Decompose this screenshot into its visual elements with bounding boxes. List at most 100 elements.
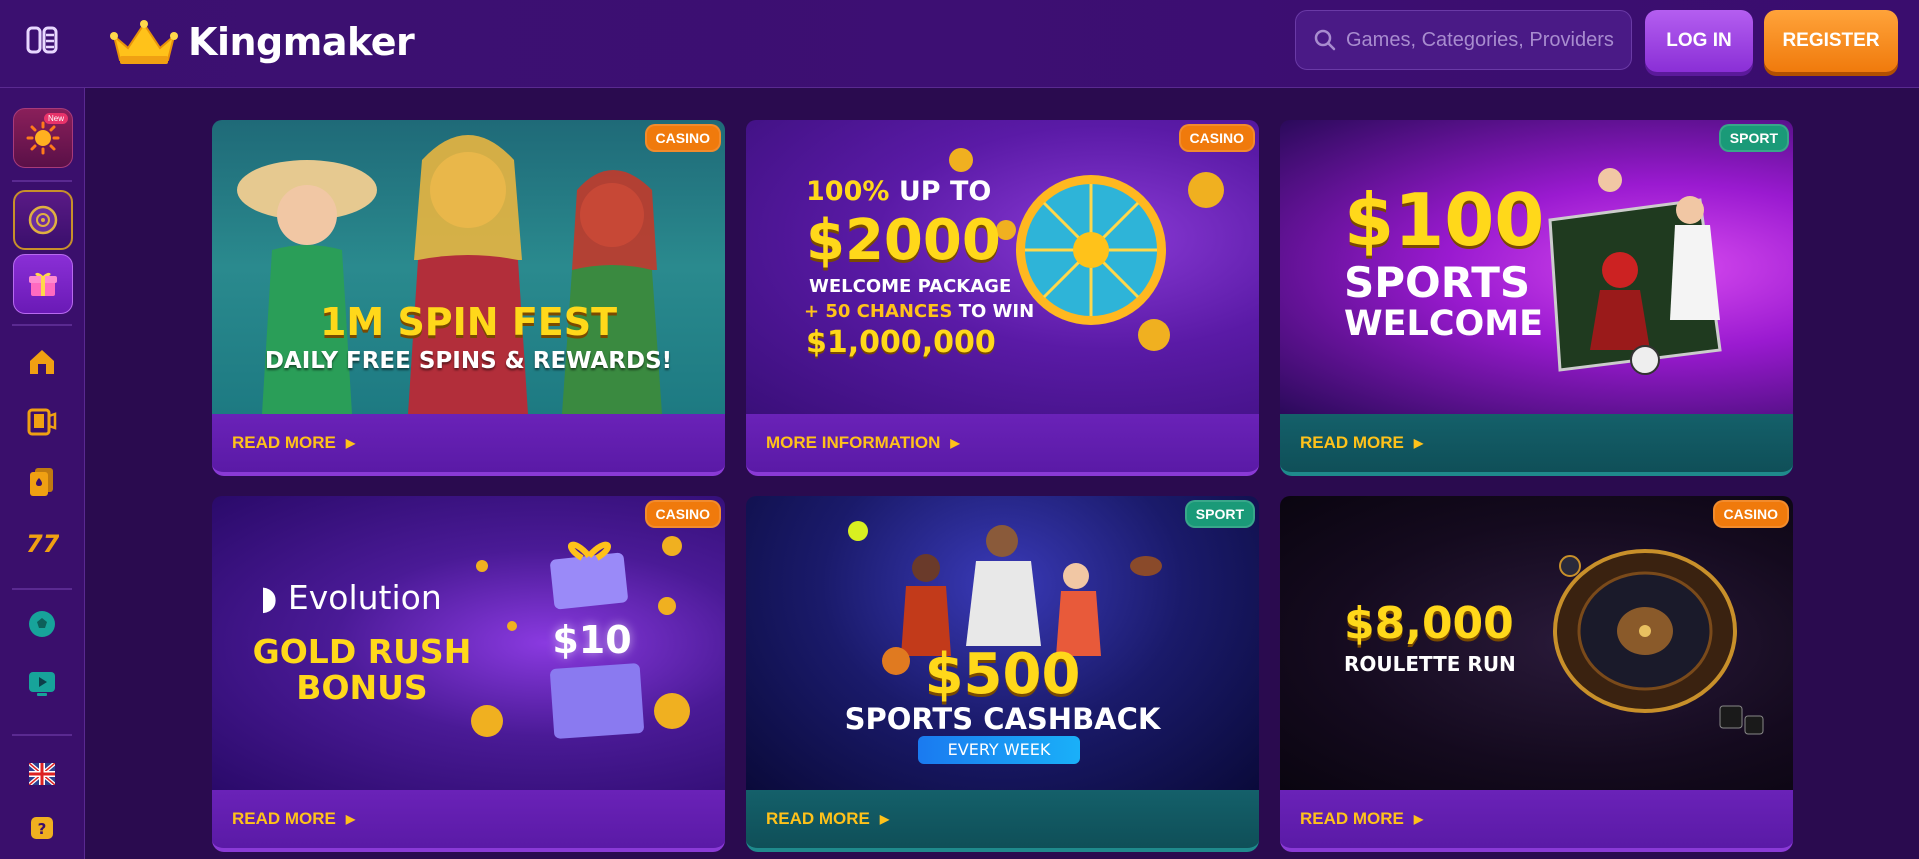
promo-line1: SPORTS xyxy=(1344,258,1531,307)
card-footer: READ MORE ▶ xyxy=(746,790,1259,852)
read-more-label: READ MORE xyxy=(1300,809,1404,828)
card-footer: READ MORE ▶ xyxy=(1280,790,1793,852)
promo-line2: WELCOME xyxy=(1344,304,1543,344)
cards-icon xyxy=(30,468,53,496)
promo-image: 1M SPIN FEST DAILY FREE SPINS & REWARDS!… xyxy=(212,120,725,414)
sidebar-divider xyxy=(12,180,72,182)
promo-card-gold-rush[interactable]: ◗ Evolution GOLD RUSH BONUS $10 CASINO R… xyxy=(212,496,725,852)
category-badge: SPORT xyxy=(1718,124,1789,152)
arrow-right-icon: ▶ xyxy=(879,812,890,826)
promo-jackpot: $1,000,000 xyxy=(806,325,996,360)
category-badge: CASINO xyxy=(644,500,721,528)
card-footer: MORE INFORMATION ▶ xyxy=(746,414,1259,476)
card-footer: READ MORE ▶ xyxy=(212,790,725,852)
provider-logo: ◗ Evolution xyxy=(260,578,442,617)
arrow-right-icon: ▶ xyxy=(950,436,960,450)
chances-text: + 50 CHANCES xyxy=(804,301,953,322)
promo-headline: 1M SPIN FEST xyxy=(319,300,618,344)
promo-amount: $10 xyxy=(552,618,632,662)
promo-line1: ROULETTE RUN xyxy=(1344,652,1516,676)
arrow-right-icon: ▶ xyxy=(345,812,356,826)
promo-card-roulette-run[interactable]: $8,000 ROULETTE RUN CASINO READ MORE ▶ xyxy=(1280,496,1793,852)
promo-line1: 100% UP TO xyxy=(806,176,991,207)
sidebar-item-tv[interactable] xyxy=(24,666,60,702)
promo-card-welcome-package[interactable]: 100% UP TO $2000 WELCOME PACKAGE + 50 CH… xyxy=(746,120,1259,476)
promo-card-sports-welcome[interactable]: $100 SPORTS WELCOME SPORT READ MORE ▶ xyxy=(1280,120,1793,476)
read-more-link[interactable]: READ MORE ▶ xyxy=(232,433,355,453)
read-more-link[interactable]: READ MORE ▶ xyxy=(1300,809,1423,829)
card-footer: READ MORE ▶ xyxy=(1280,414,1793,476)
search-input[interactable] xyxy=(1346,28,1626,52)
promo-amount: $2000 xyxy=(806,208,1001,273)
promo-amount: $100 xyxy=(1344,178,1545,262)
sidebar-item-language[interactable] xyxy=(24,756,60,792)
sevens-icon: 777 xyxy=(26,530,59,558)
sidebar-item-help[interactable]: ? xyxy=(24,810,60,846)
sidebar-item-live-casino[interactable] xyxy=(24,404,60,440)
sidebar-item-new-promo[interactable]: New xyxy=(13,108,73,168)
card-footer: READ MORE ▶ xyxy=(212,414,725,476)
brand-logo[interactable]: Kingmaker xyxy=(108,12,415,72)
promo-line1: SPORTS CASHBACK xyxy=(844,702,1161,736)
read-more-label: READ MORE xyxy=(232,809,336,828)
arrow-right-icon: ▶ xyxy=(1413,812,1424,826)
gift-icon xyxy=(29,272,57,296)
read-more-label: READ MORE xyxy=(232,433,336,452)
brand-name: Kingmaker xyxy=(188,20,415,64)
sidebar-toggle-icon[interactable] xyxy=(26,26,58,54)
sun-icon xyxy=(26,121,60,155)
promo-line2: WELCOME PACKAGE xyxy=(809,276,1012,297)
sidebar-item-gifts[interactable] xyxy=(13,254,73,314)
sidebar: New 77 ? xyxy=(0,88,85,859)
sidebar-item-slots[interactable]: 777 xyxy=(24,524,60,560)
promo-line1: GOLD RUSH xyxy=(252,632,472,671)
promo-line2: BONUS xyxy=(296,668,428,707)
promo-line3: + 50 CHANCES TO WIN xyxy=(804,301,1034,322)
new-badge: New xyxy=(43,113,68,124)
promo-image: 100% UP TO $2000 WELCOME PACKAGE + 50 CH… xyxy=(746,120,1259,414)
search-icon xyxy=(1314,29,1336,51)
category-badge: CASINO xyxy=(1178,124,1255,152)
dealer-icon xyxy=(27,408,57,436)
promo-amount: $500 xyxy=(924,642,1081,707)
category-badge: SPORT xyxy=(1184,500,1255,528)
soccer-ball-icon xyxy=(29,611,55,637)
home-icon xyxy=(30,350,54,374)
sidebar-item-sports[interactable] xyxy=(24,606,60,642)
sidebar-divider xyxy=(12,734,72,736)
category-badge: CASINO xyxy=(1712,500,1789,528)
percent-text: 100% xyxy=(806,176,890,207)
sidebar-item-casino-wheel[interactable] xyxy=(13,190,73,250)
up-to-text: UP TO xyxy=(898,176,992,207)
sidebar-item-cards[interactable] xyxy=(24,464,60,500)
promo-card-spin-fest[interactable]: 1M SPIN FEST DAILY FREE SPINS & REWARDS!… xyxy=(212,120,725,476)
promo-subline: DAILY FREE SPINS & REWARDS! xyxy=(264,348,673,374)
sidebar-divider xyxy=(12,588,72,590)
play-screen-icon xyxy=(29,672,55,696)
promo-image: $8,000 ROULETTE RUN CASINO xyxy=(1280,496,1793,790)
provider-name: Evolution xyxy=(287,578,442,617)
promo-image: ◗ Evolution GOLD RUSH BONUS $10 CASINO xyxy=(212,496,725,790)
more-information-link[interactable]: MORE INFORMATION ▶ xyxy=(766,433,960,453)
crown-icon xyxy=(110,20,178,64)
read-more-link[interactable]: READ MORE ▶ xyxy=(1300,433,1423,453)
evolution-mark-icon: ◗ xyxy=(260,578,278,617)
svg-text:?: ? xyxy=(38,820,47,838)
promo-image: $100 SPORTS WELCOME SPORT xyxy=(1280,120,1793,414)
read-more-label: READ MORE xyxy=(766,809,870,828)
to-win-text: TO WIN xyxy=(958,301,1035,322)
read-more-label: READ MORE xyxy=(1300,433,1404,452)
sidebar-divider xyxy=(12,324,72,326)
promo-amount: $8,000 xyxy=(1344,598,1514,649)
sidebar-item-home[interactable] xyxy=(24,344,60,380)
read-more-link[interactable]: READ MORE ▶ xyxy=(766,809,889,829)
register-button[interactable]: REGISTER xyxy=(1764,10,1898,72)
read-more-link[interactable]: READ MORE ▶ xyxy=(232,809,355,829)
svg-text:777: 777 xyxy=(26,530,59,558)
login-button[interactable]: LOG IN xyxy=(1645,10,1753,72)
category-badge: CASINO xyxy=(644,124,721,152)
search-box[interactable] xyxy=(1295,10,1632,70)
promo-card-sports-cashback[interactable]: $500 SPORTS CASHBACK EVERY WEEK SPORT RE… xyxy=(746,496,1259,852)
more-information-label: MORE INFORMATION xyxy=(766,433,941,452)
wheel-icon xyxy=(28,205,58,235)
